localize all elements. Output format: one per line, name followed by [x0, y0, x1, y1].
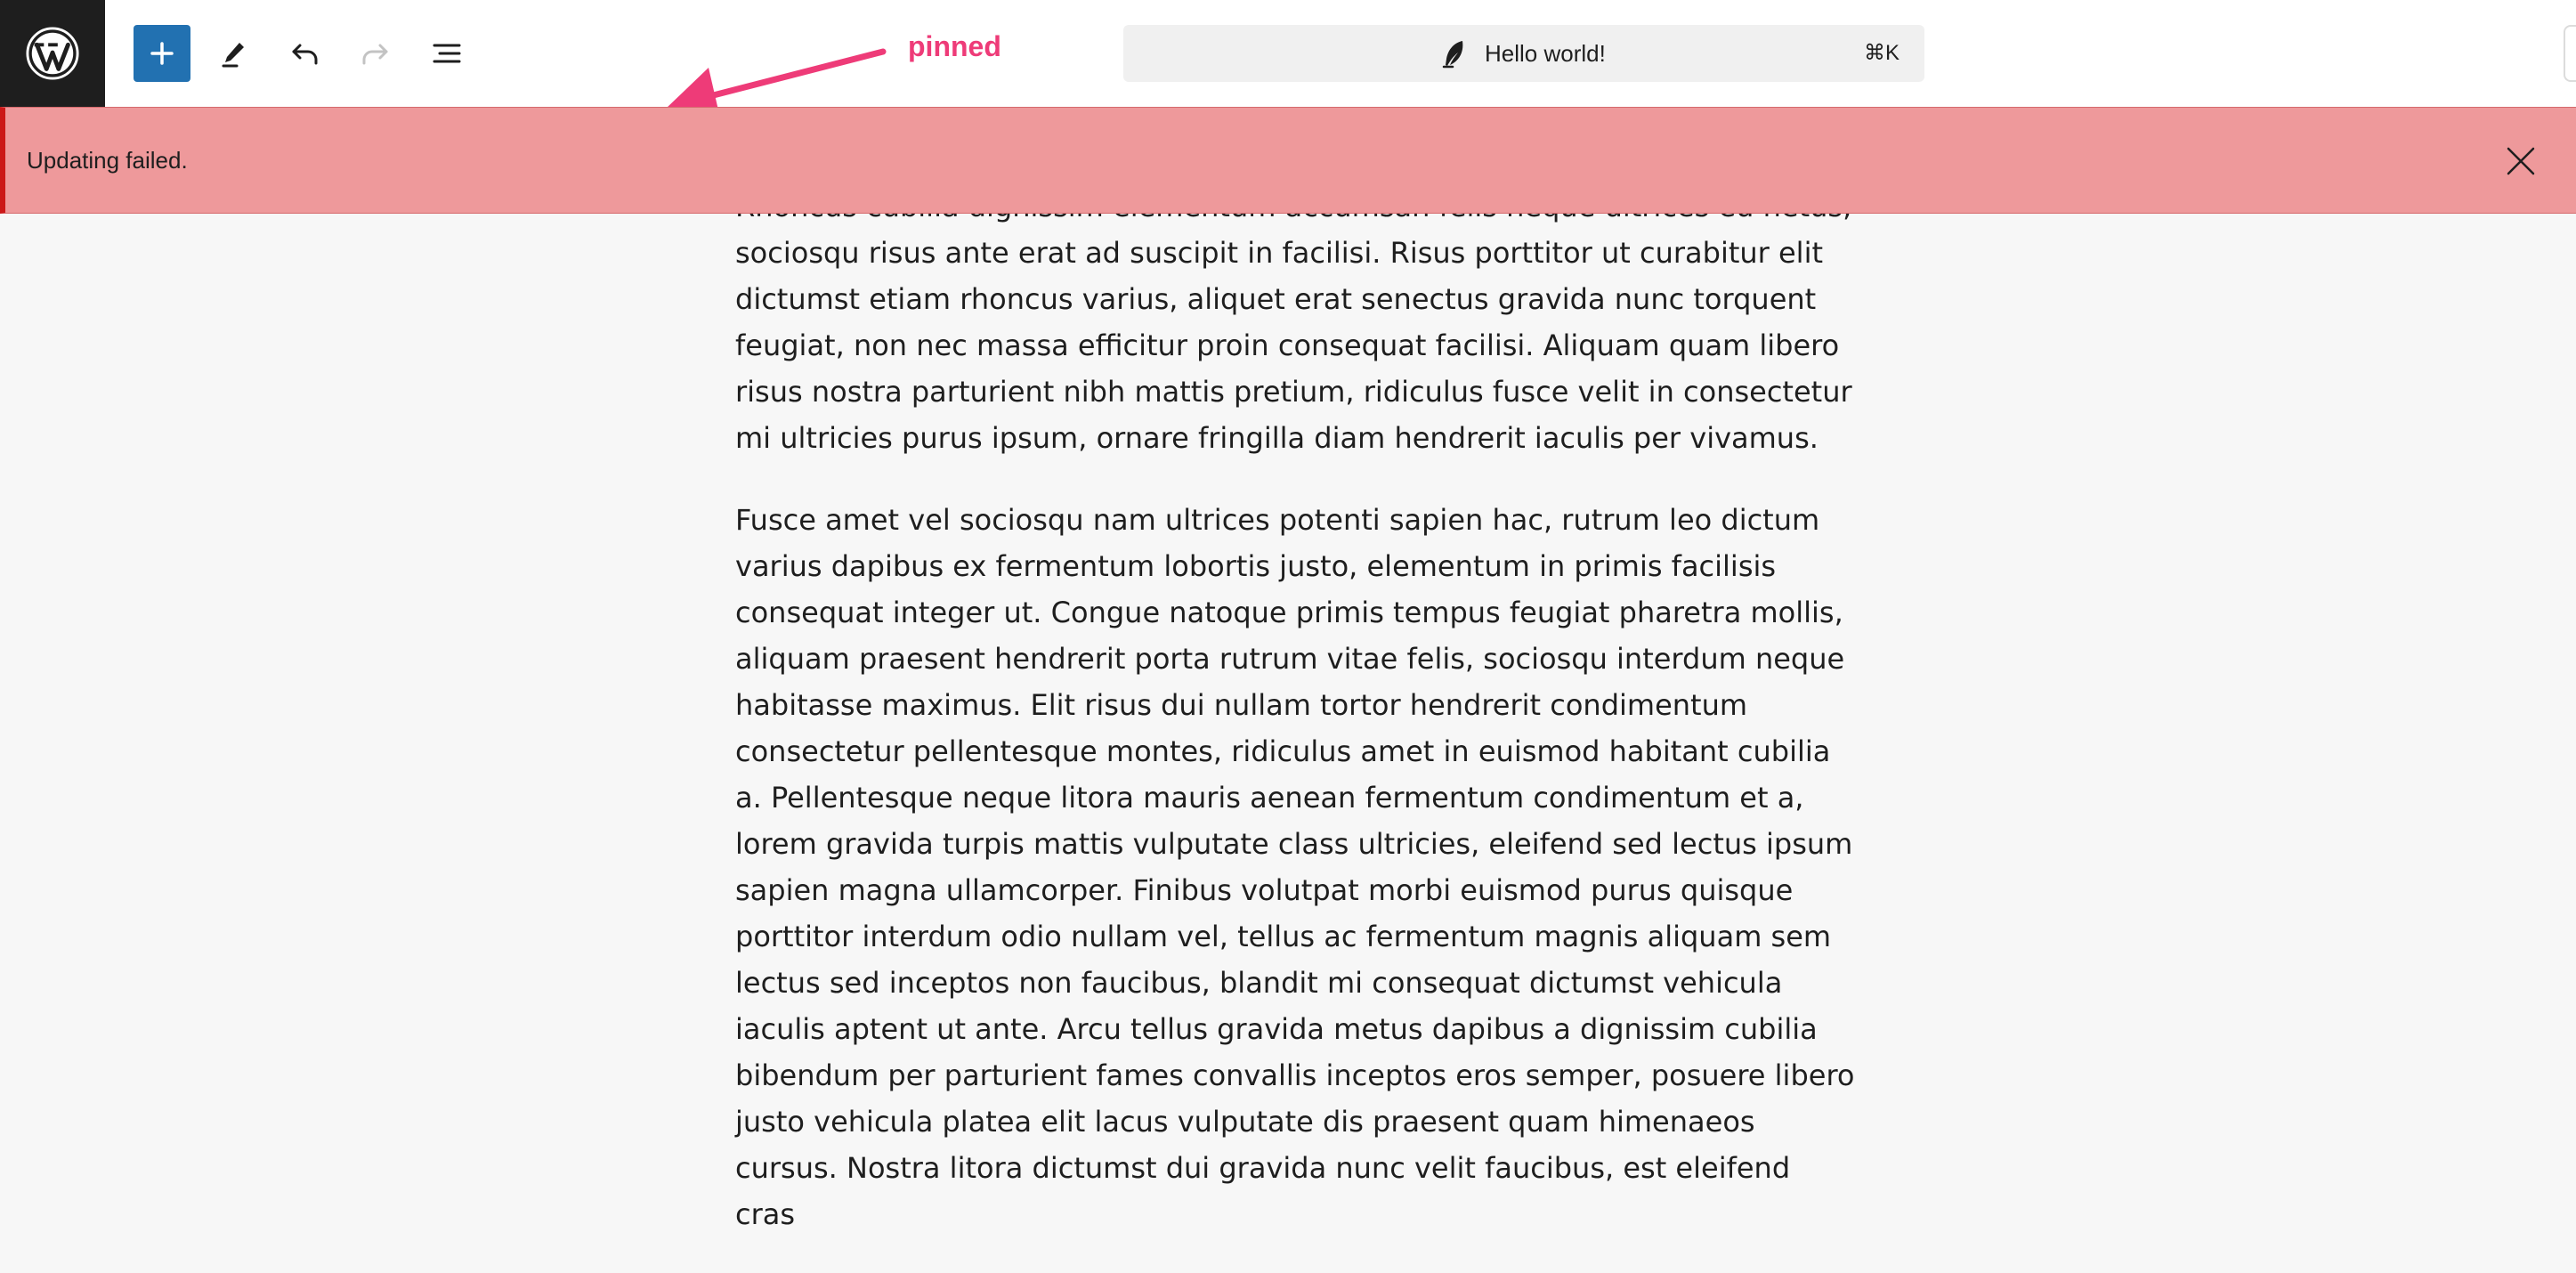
list-view-icon — [433, 44, 461, 63]
paragraph-block[interactable]: Rhoncus cubilia dignissim elementum accu… — [735, 183, 1855, 461]
undo-icon — [292, 44, 318, 65]
annotation-label: pinned — [908, 30, 1001, 62]
document-overview-button[interactable] — [418, 25, 475, 82]
feather-icon — [1442, 41, 1463, 69]
redo-button[interactable] — [347, 25, 404, 82]
error-notice: Updating failed. — [0, 107, 2576, 214]
notice-message: Updating failed. — [27, 147, 188, 174]
keyboard-shortcut: ⌘K — [1863, 41, 1900, 65]
tools-button[interactable] — [205, 25, 262, 82]
document-title: Hello world! — [1485, 40, 1606, 67]
add-block-button[interactable] — [134, 25, 190, 82]
plus-icon — [150, 42, 174, 65]
dismiss-notice-button[interactable] — [2501, 142, 2540, 181]
pencil-icon — [222, 43, 244, 68]
redo-icon — [362, 44, 388, 65]
undo-button[interactable] — [276, 25, 333, 82]
command-palette-button[interactable]: Hello world! ⌘K — [1123, 25, 1924, 82]
close-icon — [2507, 147, 2535, 175]
paragraph-block[interactable]: Fusce amet vel sociosqu nam ultrices pot… — [735, 497, 1855, 1237]
wordpress-logo-icon — [26, 27, 79, 80]
editor-header: pinned Hello world! ⌘K — [0, 0, 2576, 114]
settings-panel-edge[interactable] — [2564, 25, 2576, 82]
post-content: Rhoncus cubilia dignissim elementum accu… — [735, 183, 1855, 1273]
wordpress-logo-button[interactable] — [0, 0, 105, 107]
